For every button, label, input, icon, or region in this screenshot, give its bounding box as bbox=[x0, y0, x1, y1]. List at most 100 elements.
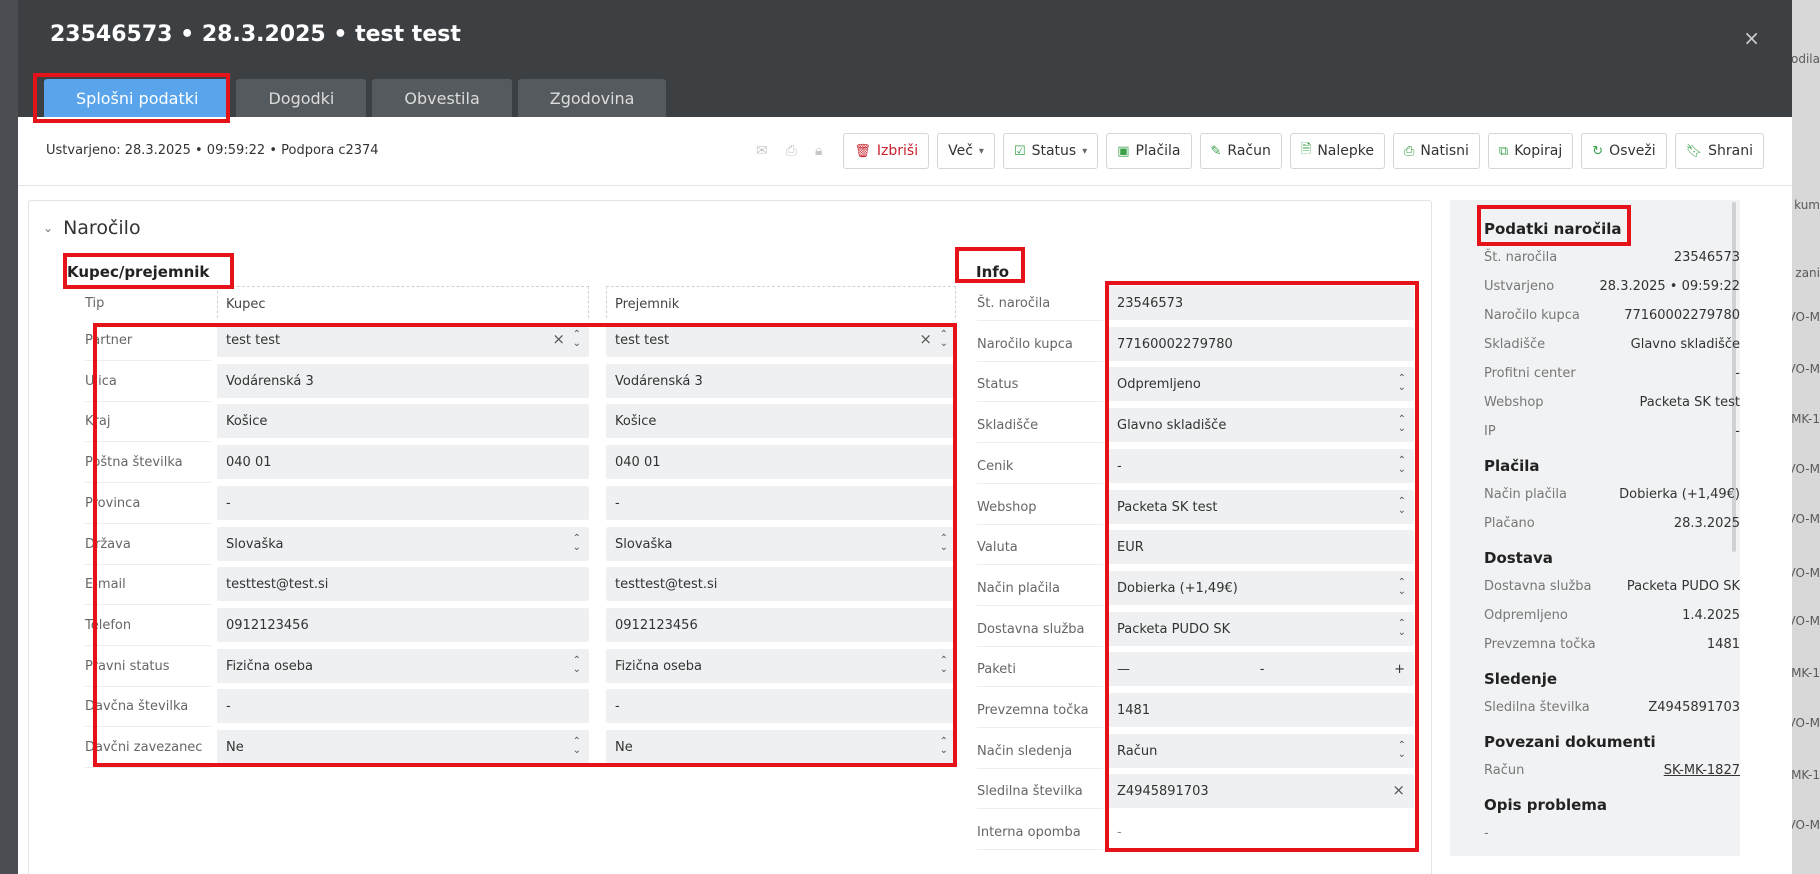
info-field[interactable]: Packeta SK test ⌃ ⌄ bbox=[1108, 490, 1414, 524]
buyer-field-value: Ne bbox=[226, 739, 244, 755]
printer-icon[interactable]: ⎙ bbox=[786, 143, 797, 159]
buyer-field[interactable]: test test × ⌃ ⌄ bbox=[217, 323, 589, 357]
recipient-field-value: 040 01 bbox=[615, 454, 661, 470]
row-divider bbox=[85, 564, 211, 565]
recipient-field[interactable]: Slovaška ⌃ ⌄ bbox=[606, 527, 956, 561]
info-field[interactable]: 23546573 bbox=[1108, 286, 1414, 320]
info-field-label: Naročilo kupca bbox=[977, 337, 1073, 352]
buyer-field[interactable]: - bbox=[217, 486, 589, 520]
buyer-field[interactable]: 0912123456 bbox=[217, 608, 589, 642]
tab-notifications[interactable]: Obvestila bbox=[372, 79, 512, 117]
info-field[interactable]: EUR bbox=[1108, 530, 1414, 564]
select-arrows-icon: ⌃ ⌄ bbox=[1397, 577, 1406, 597]
select-arrows-icon: ⌃ ⌄ bbox=[1397, 373, 1406, 393]
info-field[interactable]: Dobierka (+1,49€) ⌃ ⌄ bbox=[1108, 571, 1414, 605]
tab-bar: Splošni podatki Dogodki Obvestila Zgodov… bbox=[44, 79, 667, 117]
section-header[interactable]: ⌄ Naročilo bbox=[43, 217, 141, 239]
buyer-field-label: Poštna številka bbox=[85, 455, 183, 470]
info-field[interactable]: 77160002279780 bbox=[1108, 327, 1414, 361]
close-icon[interactable]: × bbox=[1743, 26, 1760, 50]
more-button[interactable]: Več ▾ bbox=[937, 133, 995, 169]
buyer-field[interactable]: Ne ⌃ ⌄ bbox=[217, 730, 589, 764]
recipient-field[interactable]: Ne ⌃ ⌄ bbox=[606, 730, 956, 764]
recipient-field[interactable]: - bbox=[606, 689, 956, 723]
buyer-field[interactable]: Slovaška ⌃ ⌄ bbox=[217, 527, 589, 561]
info-field[interactable]: 1481 bbox=[1108, 693, 1414, 727]
pencil-icon: ✎ bbox=[1210, 143, 1222, 159]
buyer-field[interactable]: - bbox=[217, 689, 589, 723]
info-field[interactable]: Z4945891703 × bbox=[1108, 774, 1414, 808]
info-field-label: Način plačila bbox=[977, 581, 1060, 596]
lock-icon[interactable]: 🔒︎ bbox=[815, 143, 822, 159]
select-arrows-icon: ⌃ ⌄ bbox=[1397, 618, 1406, 638]
clear-icon[interactable]: × bbox=[1392, 781, 1405, 799]
buyer-field[interactable]: 040 01 bbox=[217, 445, 589, 479]
recipient-field[interactable]: 040 01 bbox=[606, 445, 956, 479]
info-field-value: Račun bbox=[1117, 743, 1158, 759]
info-field-label: Webshop bbox=[977, 500, 1037, 515]
recipient-field[interactable]: - bbox=[606, 486, 956, 520]
buyer-field[interactable]: Fizična oseba ⌃ ⌄ bbox=[217, 649, 589, 683]
background-text: kum bbox=[1794, 198, 1820, 212]
buyer-field[interactable]: Košice bbox=[217, 404, 589, 438]
tab-general[interactable]: Splošni podatki bbox=[44, 79, 231, 117]
info-field[interactable]: Odpremljeno ⌃ ⌄ bbox=[1108, 367, 1414, 401]
recipient-field[interactable]: 0912123456 bbox=[606, 608, 956, 642]
row-divider bbox=[85, 645, 211, 646]
save-button[interactable]: 🔖︎ Shrani bbox=[1674, 133, 1764, 169]
info-field-value: Dobierka (+1,49€) bbox=[1117, 580, 1238, 596]
background-text: zani bbox=[1795, 266, 1820, 280]
buyer-field-label: Telefon bbox=[85, 618, 132, 633]
recipient-field[interactable]: testtest@test.si bbox=[606, 567, 956, 601]
info-field-value: Z4945891703 bbox=[1117, 783, 1209, 799]
info-field[interactable]: Glavno skladišče ⌃ ⌄ bbox=[1108, 408, 1414, 442]
created-info: Ustvarjeno: 28.3.2025 • 09:59:22 • Podpo… bbox=[46, 143, 379, 158]
clear-icon[interactable]: × bbox=[552, 330, 565, 348]
info-field[interactable]: Packeta PUDO SK ⌃ ⌄ bbox=[1108, 612, 1414, 646]
delete-button[interactable]: 🗑︎ Izbriši bbox=[843, 133, 930, 169]
print-button[interactable]: ⎙ Natisni bbox=[1393, 133, 1480, 169]
payments-button[interactable]: ▣ Plačila bbox=[1106, 133, 1192, 169]
recipient-field[interactable]: Košice bbox=[606, 404, 956, 438]
refresh-button[interactable]: ↻ Osveži bbox=[1581, 133, 1667, 169]
section-title: Naročilo bbox=[63, 217, 141, 239]
info-field-label: Skladišče bbox=[977, 418, 1039, 433]
row-divider bbox=[85, 604, 211, 605]
select-arrows-icon: ⌃ ⌄ bbox=[1397, 455, 1406, 475]
buyer-field[interactable]: Vodárenská 3 bbox=[217, 364, 589, 398]
buyer-field[interactable]: testtest@test.si bbox=[217, 567, 589, 601]
invoice-link[interactable]: SK-MK-1827 bbox=[1664, 763, 1740, 778]
labels-button[interactable]: 🗎︎ Nalepke bbox=[1289, 133, 1385, 169]
tab-history[interactable]: Zgodovina bbox=[517, 79, 667, 117]
select-arrows-icon: ⌃ ⌄ bbox=[939, 533, 948, 553]
copy-button[interactable]: ⧉ Kopiraj bbox=[1487, 133, 1574, 169]
recipient-field[interactable]: Vodárenská 3 bbox=[606, 364, 956, 398]
info-field[interactable]: Račun ⌃ ⌄ bbox=[1108, 734, 1414, 768]
info-field[interactable]: - ⌃ ⌄ bbox=[1108, 449, 1414, 483]
minus-icon[interactable]: — bbox=[1117, 662, 1130, 677]
select-arrows-icon: ⌃ ⌄ bbox=[572, 736, 581, 756]
recipient-field[interactable]: test test × ⌃ ⌄ bbox=[606, 323, 956, 357]
recipient-field[interactable]: Fizična oseba ⌃ ⌄ bbox=[606, 649, 956, 683]
detail-value: 23546573 bbox=[1673, 250, 1740, 265]
row-divider bbox=[977, 320, 1103, 321]
info-field-value: - bbox=[1259, 661, 1265, 677]
mail-icon[interactable]: ✉ bbox=[756, 143, 768, 159]
recipient-field-value: Ne bbox=[615, 739, 633, 755]
copy-icon: ⧉ bbox=[1498, 143, 1509, 159]
clear-icon[interactable]: × bbox=[919, 330, 932, 348]
row-divider bbox=[85, 767, 211, 768]
info-field[interactable]: — - + bbox=[1108, 652, 1414, 686]
action-buttons: 🗑︎ Izbriši Več ▾ ☑ Status ▾ ▣ Plačila ✎ Račun … bbox=[843, 133, 1764, 169]
detail-key: Prevzemna točka bbox=[1484, 637, 1596, 652]
info-field-label: Št. naročila bbox=[977, 296, 1051, 311]
tab-events[interactable]: Dogodki bbox=[236, 79, 367, 117]
status-button[interactable]: ☑ Status ▾ bbox=[1002, 133, 1099, 169]
row-divider bbox=[977, 605, 1103, 606]
plus-icon[interactable]: + bbox=[1394, 662, 1405, 677]
background-page-strip: rodila kum zani VO-M VO-M MK-1 VO-M VO-M… bbox=[1792, 0, 1820, 874]
invoice-button[interactable]: ✎ Račun bbox=[1199, 133, 1282, 169]
detail-row: Dostavna služba Packeta PUDO SK bbox=[1484, 579, 1740, 594]
info-field[interactable]: - bbox=[1108, 815, 1414, 849]
row-divider bbox=[977, 442, 1103, 443]
